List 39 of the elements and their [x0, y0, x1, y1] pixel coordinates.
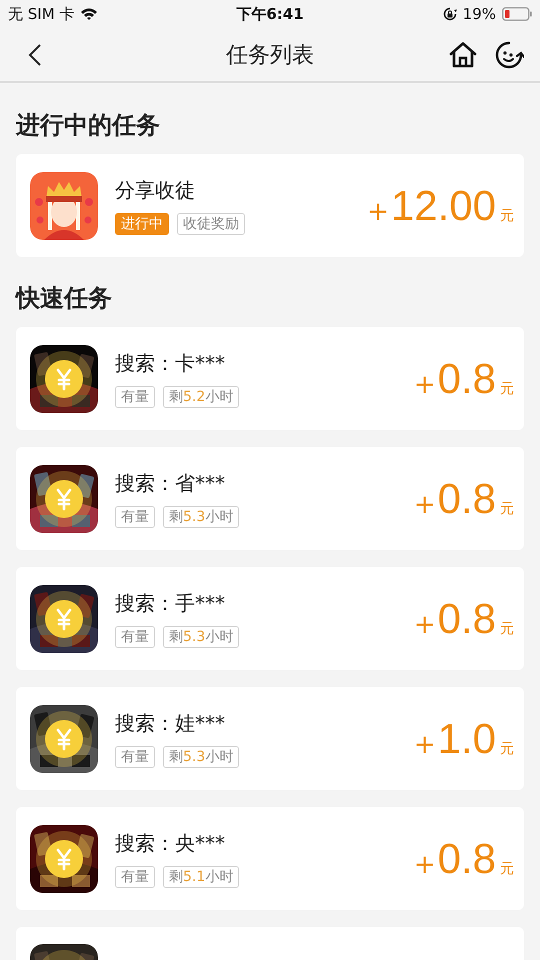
task-title: 搜索：娃***	[115, 710, 226, 736]
time-left-tag: 剩5.2小时	[163, 386, 240, 408]
section-heading: 进行中的任务	[16, 110, 161, 141]
task-card[interactable]: 搜索：卡*** 有量 剩5.2小时 +0.8 元	[16, 327, 524, 430]
label-tag: 有量	[115, 506, 155, 528]
reward-amount: +1.0 元	[414, 714, 514, 762]
reward-amount: +0.8 元	[414, 474, 514, 522]
label-tag: 有量	[115, 746, 155, 768]
label-tag: 有量	[115, 866, 155, 888]
task-card[interactable]: 搜索：手*** 有量 剩5.3小时 +0.8 元	[16, 567, 524, 670]
reward-amount: +0.8 元	[414, 354, 514, 402]
label-tag: 有量	[115, 626, 155, 648]
label-tag: 有量	[115, 386, 155, 408]
task-card[interactable]: 搜索：娃*** 有量 剩5.3小时 +1.0 元	[16, 687, 524, 790]
task-card[interactable]: 分享收徒 进行中 收徒奖励 +12.00 元	[16, 154, 524, 257]
carrier-label: 无 SIM 卡	[8, 4, 74, 24]
task-title: 搜索：央***	[115, 830, 226, 856]
time-left-tag: 剩5.3小时	[163, 746, 240, 768]
status-time: 下午6:41	[236, 4, 304, 24]
label-tag: 收徒奖励	[177, 212, 245, 234]
task-title: 搜索：卡***	[115, 350, 226, 376]
task-title: 搜索：手***	[115, 590, 226, 616]
rotation-lock-icon	[442, 7, 457, 21]
battery-percent: 19%	[462, 5, 496, 23]
reward-amount: +0.8 元	[414, 594, 514, 642]
section-heading: 快速任务	[16, 283, 113, 314]
wifi-icon	[80, 7, 98, 21]
reward-amount: +12.00 元	[367, 182, 514, 230]
task-card[interactable]: 搜索：省*** 有量 剩5.3小时 +0.8 元	[16, 447, 524, 550]
task-title: 搜索：省***	[115, 470, 226, 496]
page-title: 任务列表	[226, 42, 314, 70]
battery-icon	[502, 7, 532, 21]
reward-amount: +0.8 元	[414, 834, 514, 882]
task-card[interactable]: 搜索：央*** 有量 剩5.1小时 +0.8 元	[16, 807, 524, 910]
task-title: 分享收徒	[115, 176, 196, 204]
time-left-tag: 剩5.1小时	[163, 866, 240, 888]
status-tag: 进行中	[115, 212, 169, 234]
time-left-tag: 剩5.3小时	[163, 506, 240, 528]
time-left-tag: 剩5.3小时	[163, 626, 240, 648]
